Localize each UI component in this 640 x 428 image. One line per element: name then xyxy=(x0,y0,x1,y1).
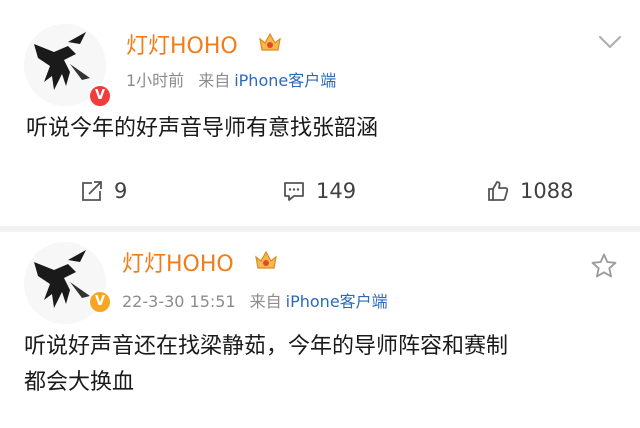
post-text-line-2: 都会大换血 xyxy=(24,370,135,395)
weibo-post-2: V 灯灯HOHO 22-3-30 15:51 来自 iPhone客户端 听说好声音还… xyxy=(0,232,640,428)
thumbs-up-icon xyxy=(488,181,509,201)
author-name[interactable]: 灯灯HOHO xyxy=(126,28,238,60)
source-client-link[interactable]: iPhone客户端 xyxy=(286,292,388,311)
source-client-link[interactable]: iPhone客户端 xyxy=(234,71,336,90)
repost-count: 9 xyxy=(114,179,128,203)
post-text: 听说今年的好声音导师有意找张韶涵 xyxy=(26,116,379,141)
comment-count: 149 xyxy=(316,179,357,203)
crown-badge-icon xyxy=(259,32,281,51)
repost-icon xyxy=(82,181,102,201)
crown-badge-icon xyxy=(255,250,277,269)
star-icon[interactable] xyxy=(590,252,618,280)
source-prefix: 来自 xyxy=(249,292,282,311)
verified-badge-icon: V xyxy=(88,290,112,314)
repost-button[interactable]: 9 xyxy=(80,176,127,206)
post-text-line-1: 听说好声音还在找梁静茹，今年的导师阵容和赛制 xyxy=(24,334,509,359)
like-button[interactable]: 1088 xyxy=(486,176,573,206)
post-time: 1小时前 xyxy=(126,71,185,90)
post-meta: 1小时前 来自 iPhone客户端 xyxy=(126,67,336,91)
comment-button[interactable]: 149 xyxy=(282,176,356,206)
source-prefix: 来自 xyxy=(198,71,231,90)
weibo-post-1: V 灯灯HOHO 1小时前 来自 iPhone客户端 听说今年的好声音导师有意找张韶… xyxy=(0,0,640,226)
verified-badge-icon: V xyxy=(88,84,112,108)
chevron-down-icon[interactable] xyxy=(598,34,622,50)
comment-icon xyxy=(284,182,304,201)
post-meta: 22-3-30 15:51 来自 iPhone客户端 xyxy=(122,288,388,312)
author-name[interactable]: 灯灯HOHO xyxy=(122,246,234,278)
post-time: 22-3-30 15:51 xyxy=(122,292,236,311)
like-count: 1088 xyxy=(520,179,574,203)
